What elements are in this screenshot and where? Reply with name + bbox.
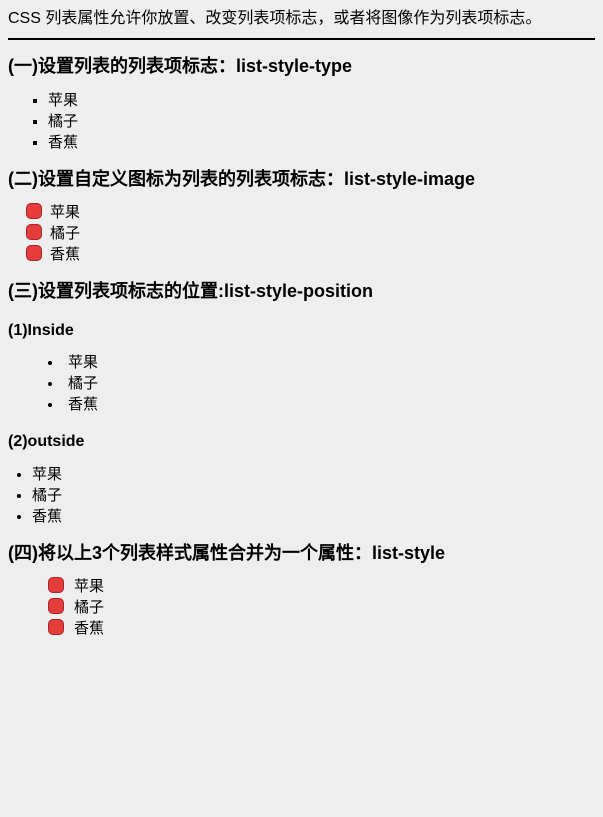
section-3-sub1-list: 苹果 橘子 香蕉	[8, 352, 595, 415]
section-1-heading: (一)设置列表的列表项标志：list-style-type	[8, 54, 595, 79]
intro-text: CSS 列表属性允许你放置、改变列表项标志，或者将图像作为列表项标志。	[8, 8, 595, 30]
list-item: 橘子	[26, 223, 595, 244]
list-item: 苹果	[48, 352, 595, 373]
list-item: 橘子	[32, 485, 595, 506]
list-item: 橘子	[48, 373, 595, 394]
list-item: 橘子	[48, 111, 595, 132]
divider	[8, 38, 595, 40]
list-item: 苹果	[48, 576, 595, 597]
section-2-heading: (二)设置自定义图标为列表的列表项标志：list-style-image	[8, 167, 595, 192]
section-4-list: 苹果 橘子 香蕉	[8, 576, 595, 639]
list-item: 香蕉	[26, 244, 595, 265]
section-2-list: 苹果 橘子 香蕉	[8, 202, 595, 265]
section-4-heading: (四)将以上3个列表样式属性合并为一个属性：list-style	[8, 541, 595, 566]
section-3-heading: (三)设置列表项标志的位置:list-style-position	[8, 279, 595, 304]
list-item: 橘子	[48, 597, 595, 618]
list-item: 香蕉	[48, 394, 595, 415]
list-item: 苹果	[48, 90, 595, 111]
section-1-list: 苹果 橘子 香蕉	[8, 90, 595, 153]
list-item: 香蕉	[32, 506, 595, 527]
section-3-sub2-heading: (2)outside	[8, 431, 595, 453]
section-3-sub2-list: 苹果 橘子 香蕉	[8, 464, 595, 527]
list-item: 香蕉	[48, 618, 595, 639]
list-item: 香蕉	[48, 132, 595, 153]
section-3-sub1-heading: (1)Inside	[8, 320, 595, 342]
list-item: 苹果	[32, 464, 595, 485]
list-item: 苹果	[26, 202, 595, 223]
